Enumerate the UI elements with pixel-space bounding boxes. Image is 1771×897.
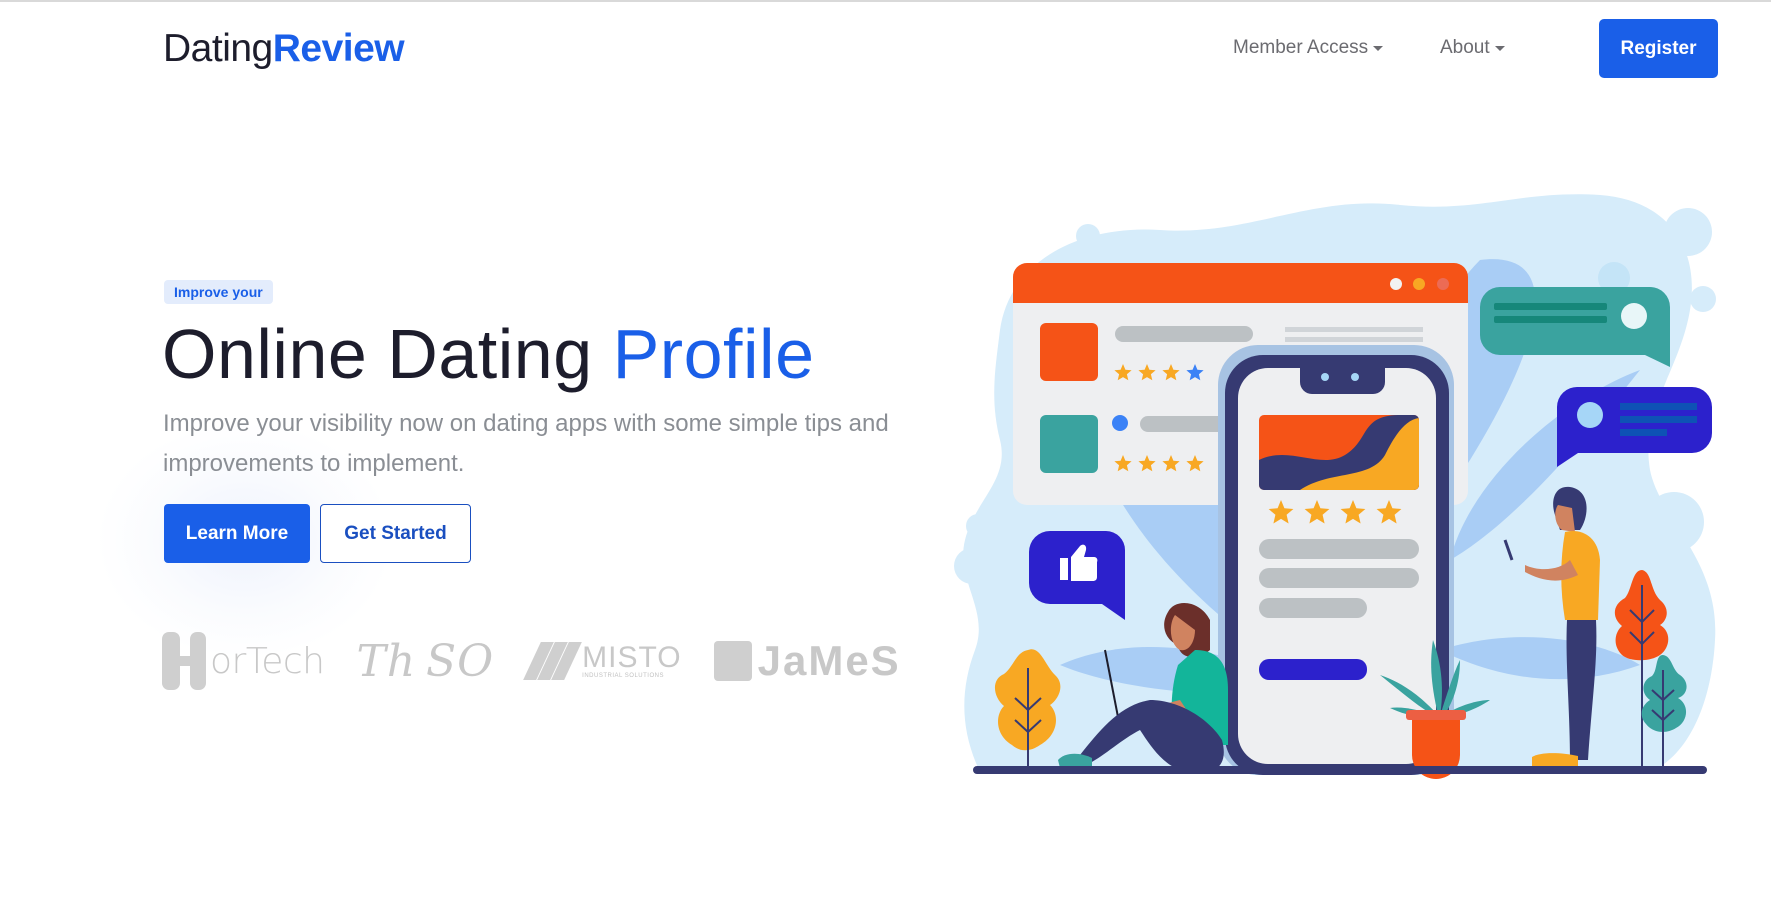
client-logo-hortech: orTech xyxy=(162,632,325,690)
nav-member-access-label: Member Access xyxy=(1233,37,1369,58)
ground-line xyxy=(973,766,1707,774)
misto-mark-icon xyxy=(523,642,583,680)
bubble-dot xyxy=(1644,492,1704,552)
client-logo-text: Th SO xyxy=(356,635,495,687)
site-logo[interactable]: DatingReview xyxy=(163,26,405,72)
client-logo-misto: MISTO INDUSTRIAL SOLUTIONS xyxy=(523,641,682,680)
bubble-dot xyxy=(966,514,990,538)
hortech-mark-icon-right xyxy=(190,632,206,690)
james-mark-icon xyxy=(713,641,752,681)
client-logo-james: JaMeS xyxy=(713,637,901,685)
client-logo-subtitle: INDUSTRIAL SOLUTIONS xyxy=(582,673,664,679)
caret-down-icon xyxy=(1373,46,1384,51)
nav-about[interactable]: About xyxy=(1440,35,1505,61)
phone-profile-image xyxy=(1259,415,1419,490)
client-logos: orTech Th SO MISTO INDUSTRIAL SOLUTIONS … xyxy=(162,630,933,692)
window-dot-red xyxy=(1437,278,1449,290)
top-border xyxy=(0,0,1771,2)
caret-down-icon xyxy=(1494,46,1505,51)
register-button[interactable]: Register xyxy=(1599,19,1718,78)
phone-action-button xyxy=(1259,659,1367,680)
window-dot-yellow xyxy=(1413,278,1425,290)
window-dot-white xyxy=(1390,278,1402,290)
logo-dating: Dating xyxy=(163,27,273,70)
bubble-dot xyxy=(1664,208,1712,256)
bubble-dot xyxy=(1690,286,1716,312)
client-logo-text: MISTO xyxy=(582,641,682,674)
hortech-mark-icon xyxy=(162,632,190,690)
bubble-dot xyxy=(954,548,990,584)
client-logo-thaso: Th SO xyxy=(356,636,494,687)
headline-plain: Online Dating xyxy=(162,315,613,393)
bubble-dot xyxy=(1076,224,1100,248)
bubble-dot xyxy=(1344,210,1370,236)
learn-more-button[interactable]: Learn More xyxy=(164,504,310,563)
client-logo-text: JaMeS xyxy=(757,637,901,684)
chat-bubble-teal xyxy=(1480,287,1670,367)
nav-member-access[interactable]: Member Access xyxy=(1233,35,1384,61)
hero-badge: Improve your xyxy=(164,280,273,304)
hero-lead-text: Improve your visibility now on dating ap… xyxy=(163,410,889,477)
headline-accent: Profile xyxy=(612,315,815,393)
client-logo-text: orTech xyxy=(210,640,325,682)
hero-illustration xyxy=(954,194,1716,779)
nav-about-label: About xyxy=(1440,37,1490,58)
logo-review: Review xyxy=(272,27,405,70)
hero-headline: Online Dating Profile xyxy=(162,312,815,396)
get-started-button[interactable]: Get Started xyxy=(320,504,471,563)
